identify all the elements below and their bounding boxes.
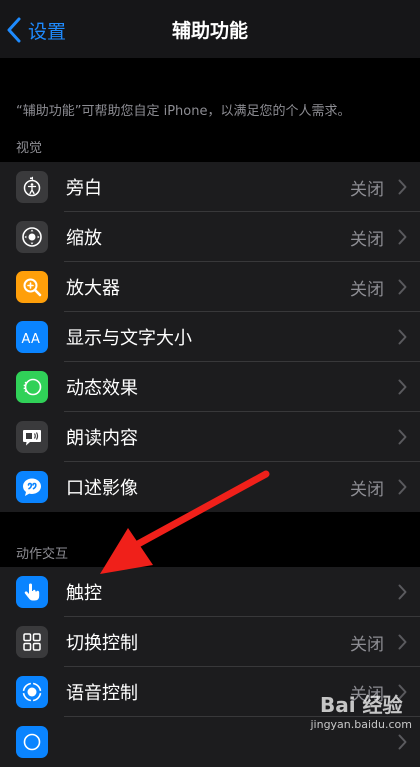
- spoken-content-icon: [16, 421, 48, 453]
- text-size-icon: A A: [16, 321, 48, 353]
- section-header-interaction: 动作交互: [16, 547, 69, 562]
- chevron-right-icon: [398, 734, 407, 750]
- watermark-url: jingyan.baidu.com: [310, 718, 412, 731]
- settings-row-magnifier[interactable]: 放大器 关闭: [0, 262, 420, 312]
- chevron-right-icon: [398, 479, 407, 495]
- row-label: 缩放: [66, 228, 102, 249]
- row-value: 关闭: [350, 230, 384, 250]
- row-label: 触控: [66, 583, 102, 604]
- voice-control-icon: [16, 676, 48, 708]
- row-label: 切换控制: [66, 633, 138, 654]
- voiceover-icon: [16, 171, 48, 203]
- svg-text:A: A: [22, 332, 31, 347]
- settings-row-display-text-size[interactable]: A A 显示与文字大小: [0, 312, 420, 362]
- row-label: 旁白: [66, 178, 102, 199]
- settings-row-switch-control[interactable]: 切换控制 关闭: [0, 617, 420, 667]
- row-label: 动态效果: [66, 378, 138, 399]
- row-value: 关闭: [350, 635, 384, 655]
- motion-icon: [16, 371, 48, 403]
- chevron-right-icon: [398, 229, 407, 245]
- navigation-bar: 设置 辅助功能: [0, 0, 420, 58]
- chevron-right-icon: [398, 634, 407, 650]
- chevron-right-icon: [398, 379, 407, 395]
- chevron-right-icon: [398, 429, 407, 445]
- row-value: 关闭: [350, 480, 384, 500]
- interaction-group: 触控 切换控制 关闭 语音控制 关闭: [0, 567, 420, 767]
- touch-icon: [16, 576, 48, 608]
- settings-row-zoom[interactable]: 缩放 关闭: [0, 212, 420, 262]
- row-label: 朗读内容: [66, 428, 138, 449]
- row-label: 显示与文字大小: [66, 328, 192, 349]
- chevron-right-icon: [398, 279, 407, 295]
- chevron-right-icon: [398, 584, 407, 600]
- row-label: 语音控制: [66, 683, 138, 704]
- row-label: 口述影像: [66, 478, 138, 499]
- svg-text:A: A: [31, 332, 40, 347]
- chevron-right-icon: [398, 179, 407, 195]
- description-text: “辅助功能”可帮助您自定 iPhone，以满足您的个人需求。: [16, 104, 351, 119]
- settings-row-touch[interactable]: 触控: [0, 567, 420, 617]
- chevron-right-icon: [398, 329, 407, 345]
- zoom-icon: [16, 221, 48, 253]
- magnifier-icon: [16, 271, 48, 303]
- page-title: 辅助功能: [171, 20, 248, 42]
- row-value: 关闭: [350, 280, 384, 300]
- row-label: 放大器: [66, 278, 120, 299]
- settings-row-voiceover[interactable]: 旁白 关闭: [0, 162, 420, 212]
- settings-row-motion[interactable]: 动态效果: [0, 362, 420, 412]
- partial-icon: [16, 726, 48, 758]
- row-value: 关闭: [350, 180, 384, 200]
- watermark: Bai 经验 jingyan.baidu.com: [310, 689, 412, 731]
- audio-description-icon: [16, 471, 48, 503]
- settings-row-spoken-content[interactable]: 朗读内容: [0, 412, 420, 462]
- vision-group: 旁白 关闭 缩放 关闭 放大器 关闭 A A 显示与文字大小 动态效果 朗读内容…: [0, 162, 420, 512]
- switch-control-icon: [16, 626, 48, 658]
- section-header-vision: 视觉: [16, 141, 43, 156]
- watermark-logo: Bai 经验: [319, 693, 403, 717]
- settings-row-audio-description[interactable]: 口述影像 关闭: [0, 462, 420, 512]
